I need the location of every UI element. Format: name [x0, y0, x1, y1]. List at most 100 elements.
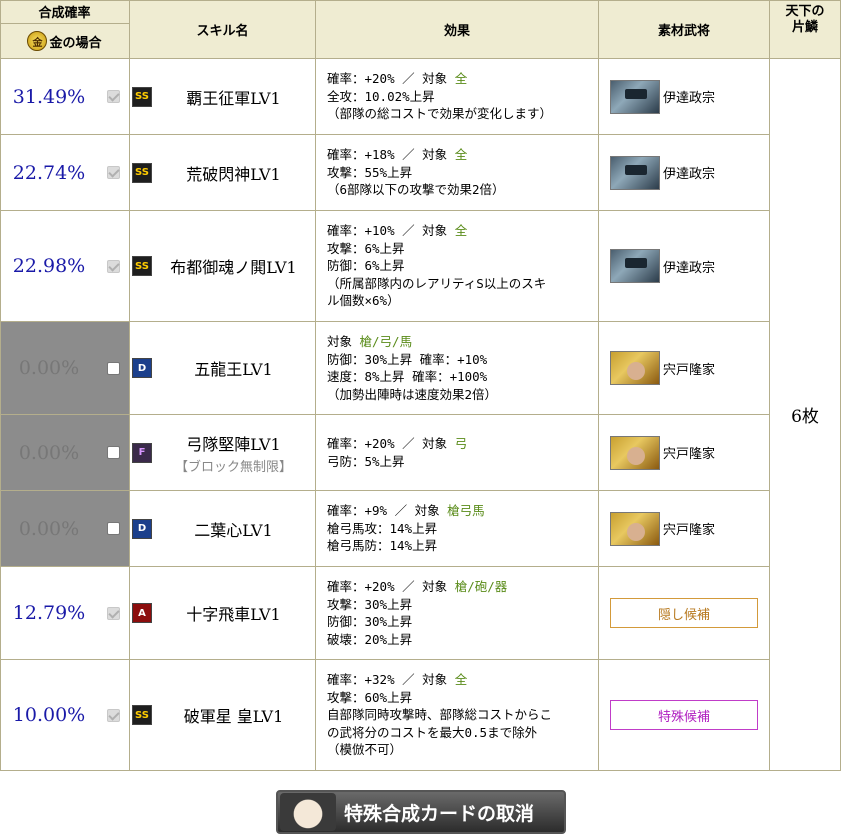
shard-count: 6枚 — [791, 407, 819, 427]
skill-name-cell: D 五龍王LV1 — [130, 322, 316, 415]
synthesis-rate: 22.98% — [12, 255, 86, 277]
skill-checkbox[interactable] — [107, 361, 120, 375]
synthesis-rate: 22.74% — [12, 161, 86, 184]
general-portrait-icon[interactable] — [610, 79, 660, 114]
effect-cell: 確率：+9% ／ 対象 槍弓馬 槍弓馬攻：14%上昇 槍弓馬防：14%上昇 — [316, 491, 599, 567]
rank-ss-badge-icon: SS — [132, 705, 152, 725]
effect-text: 確率：+18% ／ 対象 — [327, 147, 455, 163]
effect-header: 効果 — [316, 0, 599, 59]
effect-line: （部隊の総コストで効果が変化します） — [327, 105, 598, 123]
general-portrait-icon[interactable] — [610, 155, 660, 190]
effect-text: 弓防：5%上昇 — [327, 453, 405, 469]
rank-ss-badge-icon: SS — [132, 256, 152, 276]
hidden-candidate-button[interactable]: 隠し候補 — [610, 598, 758, 628]
skill-name-block: 十字飛車LV1 — [152, 601, 315, 625]
effect-cell: 確率：+20% ／ 対象 弓弓防：5%上昇 — [316, 415, 599, 491]
effect-text: 全攻：10.02%上昇 — [327, 88, 435, 104]
effect-text: 攻撃：30%上昇 — [327, 596, 413, 612]
skill-checkbox[interactable] — [107, 166, 120, 179]
checkbox-cell[interactable] — [98, 567, 130, 660]
skill-checkbox[interactable] — [107, 446, 120, 459]
effect-text: 確率：+10% ／ 対象 — [327, 223, 455, 239]
rank-f-badge-icon: F — [132, 442, 152, 463]
rate-cell: 22.74% — [0, 135, 98, 211]
skill-checkbox[interactable] — [107, 522, 120, 535]
skill-name-block: 五龍王LV1 — [152, 356, 315, 380]
skill-name-cell: SS 覇王征軍LV1 — [130, 59, 316, 135]
skill-name: 十字飛車LV1 — [186, 605, 281, 624]
effect-line: 確率：+10% ／ 対象 全 — [327, 222, 598, 240]
effect-text: 確率：+20% ／ 対象 — [327, 71, 455, 87]
skill-name-block: 荒破閃神LV1 — [152, 161, 315, 185]
effect-line: 攻撃：6%上昇 — [327, 240, 598, 258]
skill-name-block: 弓隊堅陣LV1 【ブロック無制限】 — [152, 431, 315, 475]
skill-name: 五龍王LV1 — [194, 360, 273, 379]
special-candidate-button[interactable]: 特殊候補 — [610, 700, 758, 730]
effect-text: の武将分のコストを最大0.5まで除外 — [327, 724, 538, 740]
rate-cell: 10.00% — [0, 660, 98, 771]
shard-header: 天下の 片鱗 — [770, 0, 841, 59]
effect-line: （所属部隊内のレアリティS以上のスキ — [327, 275, 598, 293]
effect-line: 確率：+32% ／ 対象 全 — [327, 671, 598, 689]
skill-checkbox[interactable] — [107, 708, 120, 722]
material-cell: 伊達政宗 — [599, 135, 770, 211]
material-cell: 宍戸隆家 — [599, 491, 770, 567]
rank-ss-badge-icon: SS — [132, 162, 152, 183]
effect-line: （6部隊以下の攻撃で効果2倍） — [327, 181, 598, 199]
synthesis-rate: 0.00% — [18, 441, 80, 464]
checkbox-cell[interactable] — [98, 491, 130, 567]
skill-checkbox[interactable] — [107, 606, 120, 620]
checkbox-cell[interactable] — [98, 415, 130, 491]
effect-text: 防御：30%上昇 確率：+10% — [327, 351, 488, 367]
effect-line: 破壊：20%上昇 — [327, 631, 598, 649]
skill-synthesis-table: 合成確率 金 金の場合 スキル名 効果 素材武将 天下の 片鱗 31.49% SS… — [0, 0, 841, 771]
shard-count-cell: 6枚 — [770, 59, 841, 771]
effect-text: 攻撃：60%上昇 — [327, 689, 413, 705]
checkbox-cell[interactable] — [98, 59, 130, 135]
synthesis-rate: 0.00% — [18, 517, 80, 540]
effect-text: （模倣不可） — [327, 742, 403, 758]
effect-line: 確率：+20% ／ 対象 槍/砲/器 — [327, 578, 598, 596]
effect-text: ル個数×6%） — [327, 293, 400, 309]
effect-cell: 確率：+18% ／ 対象 全攻撃：55%上昇 （6部隊以下の攻撃で効果2倍） — [316, 135, 599, 211]
effect-target: 全 — [454, 71, 468, 87]
effect-target: 弓 — [454, 436, 468, 451]
effect-line: 確率：+20% ／ 対象 弓 — [327, 435, 598, 453]
shard-header-label: 天下の 片鱗 — [785, 4, 825, 35]
effect-text: 自部隊同時攻撃時、部隊総コストからこ — [327, 707, 553, 723]
checkbox-cell[interactable] — [98, 322, 130, 415]
checkbox-cell[interactable] — [98, 211, 130, 322]
effect-line: の武将分のコストを最大0.5まで除外 — [327, 724, 598, 742]
general-portrait-icon[interactable] — [610, 249, 660, 283]
checkbox-cell[interactable] — [98, 135, 130, 211]
skill-name-header-label: スキル名 — [196, 23, 249, 39]
material-cell: 伊達政宗 — [599, 59, 770, 135]
skill-name-block: 布都御魂ノ閧LV1 — [152, 254, 315, 278]
effect-line: 攻撃：55%上昇 — [327, 164, 598, 182]
effect-target: 全 — [454, 223, 468, 239]
general-portrait-icon[interactable] — [610, 351, 660, 385]
effect-target: 全 — [454, 672, 468, 688]
rank-d-badge-icon: D — [132, 518, 152, 539]
rate-cell: 12.79% — [0, 567, 98, 660]
effect-text: 確率：+9% ／ 対象 — [327, 503, 448, 519]
cancel-special-card-button[interactable]: 特殊合成カードの取消 — [276, 790, 566, 834]
synthesis-rate: 31.49% — [12, 85, 86, 108]
material-general-name: 伊達政宗 — [663, 91, 716, 106]
effect-text: 攻撃：55%上昇 — [327, 164, 413, 180]
rate-cell: 0.00% — [0, 491, 98, 567]
skill-name-header: スキル名 — [130, 0, 316, 59]
material-general-name: 宍戸隆家 — [663, 523, 716, 538]
general-portrait-icon[interactable] — [610, 435, 660, 470]
effect-target: 全 — [454, 147, 468, 163]
effect-text: 防御：30%上昇 — [327, 614, 413, 629]
material-cell: 宍戸隆家 — [599, 415, 770, 491]
material-cell: 隠し候補 — [599, 567, 770, 660]
skill-checkbox[interactable] — [107, 90, 120, 103]
rate-cell: 22.98% — [0, 211, 98, 322]
rate-cell: 0.00% — [0, 322, 98, 415]
skill-checkbox[interactable] — [107, 259, 120, 273]
checkbox-cell[interactable] — [98, 660, 130, 771]
skill-name: 布都御魂ノ閧LV1 — [170, 258, 297, 277]
general-portrait-icon[interactable] — [610, 511, 660, 546]
